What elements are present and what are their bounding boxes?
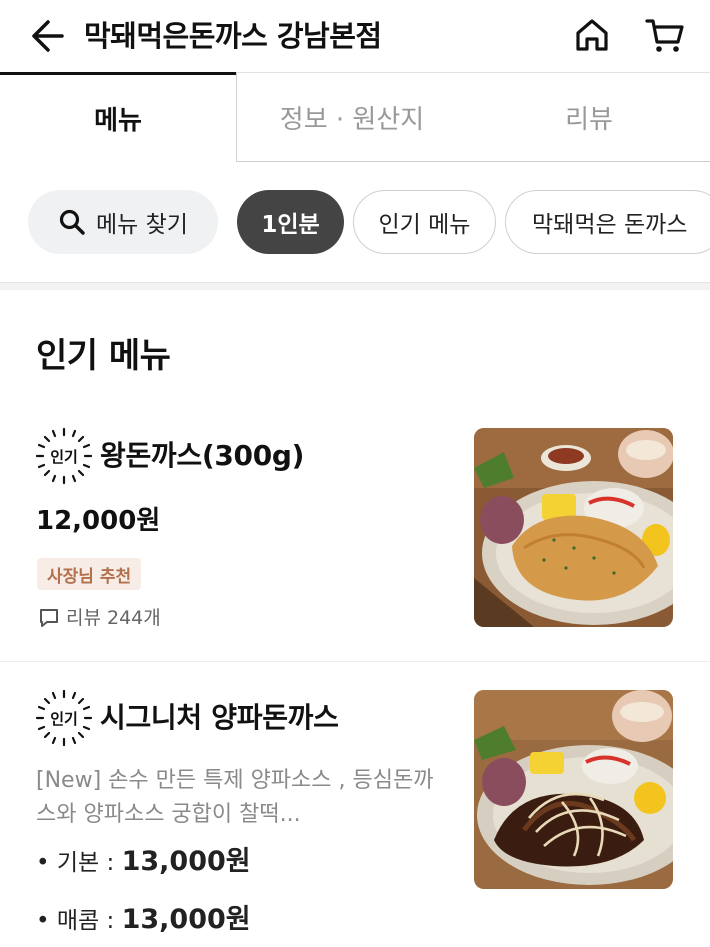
store-title: 막돼먹은돈까스 강남본점: [84, 19, 382, 53]
description-line: [New] 손수 만든 특제 양파소스 , 등심돈까: [36, 768, 434, 793]
top-app-bar: 막돼먹은돈까스 강남본점: [0, 0, 710, 72]
owner-recommend-tag: 사장님 추천: [37, 558, 142, 590]
menu-search-button[interactable]: 메뉴 찾기: [28, 190, 218, 254]
tab-review[interactable]: 리뷰: [468, 72, 710, 162]
tab-info-origin[interactable]: 정보 · 원산지: [236, 72, 468, 162]
home-icon[interactable]: [572, 15, 612, 55]
menu-search-label: 메뉴 찾기: [96, 212, 188, 238]
menu-item-name: 왕돈까스(300g): [100, 439, 305, 472]
menu-item-name: 시그니처 양파돈까스: [100, 701, 339, 734]
chip-single-serving[interactable]: 1인분: [237, 190, 344, 254]
section-divider: [0, 282, 710, 290]
review-count: 리뷰 244개: [38, 604, 161, 632]
option-price: 13,000원: [121, 846, 251, 877]
review-count-label: 리뷰 244개: [66, 607, 161, 629]
cart-icon[interactable]: [644, 15, 686, 55]
option-spicy: • 매콤 : 13,000원: [36, 902, 251, 939]
speech-bubble-icon: [40, 609, 58, 627]
store-tabs: 메뉴 정보 · 원산지 리뷰: [0, 72, 710, 162]
menu-item-description: [New] 손수 만든 특제 양파소스 , 등심돈까 스와 양파소스 궁합이 찰…: [36, 764, 456, 832]
menu-item[interactable]: 인기 왕돈까스(300g) 12,000원 사장님 추천 리뷰 244개: [0, 412, 710, 662]
chip-brand-tonkatsu[interactable]: 막돼먹은 돈까스: [505, 190, 710, 254]
arrow-left-icon[interactable]: [26, 16, 66, 56]
popular-badge-label: 인기: [50, 710, 78, 728]
chip-popular-menu[interactable]: 인기 메뉴: [353, 190, 496, 254]
popular-badge-icon: 인기: [35, 427, 93, 485]
popular-badge-icon: 인기: [35, 689, 93, 747]
menu-item-price: 12,000원: [36, 506, 161, 536]
popular-badge-label: 인기: [50, 448, 78, 466]
option-label: • 매콤 :: [36, 908, 122, 934]
menu-item-photo[interactable]: [474, 690, 673, 889]
tab-menu[interactable]: 메뉴: [0, 72, 236, 162]
section-title: 인기 메뉴: [36, 336, 171, 376]
search-icon: [59, 209, 85, 235]
filter-chips: 메뉴 찾기 1인분 인기 메뉴 막돼먹은 돈까스: [0, 162, 710, 282]
option-price: 13,000원: [121, 904, 251, 935]
option-basic: • 기본 : 13,000원: [36, 844, 251, 881]
menu-item-photo[interactable]: [474, 428, 673, 627]
description-line: 스와 양파소스 궁합이 찰떡...: [36, 802, 301, 827]
menu-item[interactable]: 인기 시그니처 양파돈까스 [New] 손수 만든 특제 양파소스 , 등심돈까…: [0, 662, 710, 947]
option-label: • 기본 :: [36, 850, 122, 876]
